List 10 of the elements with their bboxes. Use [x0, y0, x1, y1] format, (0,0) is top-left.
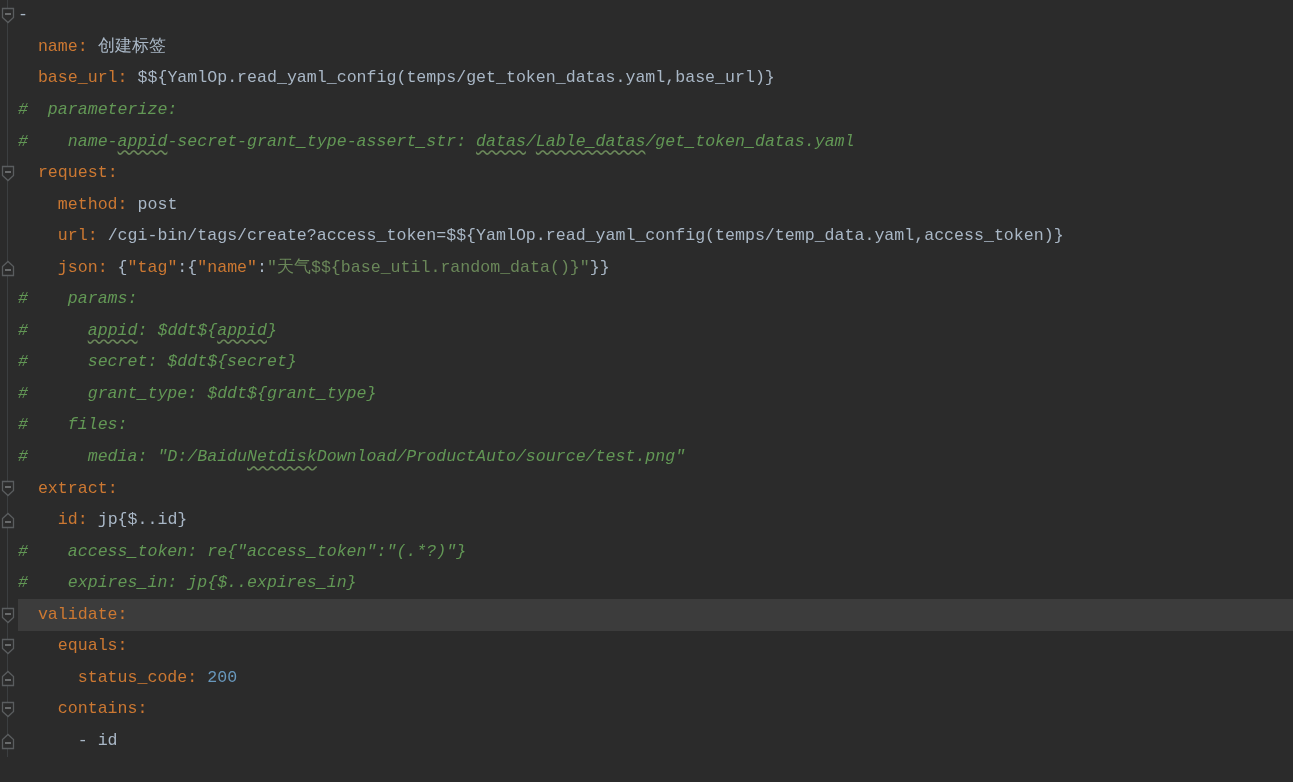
- fold-expand-end-icon[interactable]: [1, 259, 15, 277]
- fold-collapse-icon[interactable]: [1, 638, 15, 656]
- fold-expand-end-icon[interactable]: [1, 512, 15, 529]
- fold-expand-end-icon[interactable]: [1, 669, 15, 687]
- fold-collapse-icon[interactable]: [1, 701, 15, 719]
- fold-collapse-icon[interactable]: [1, 165, 15, 182]
- fold-collapse-icon[interactable]: [1, 480, 15, 498]
- fold-collapse-icon[interactable]: [1, 7, 15, 25]
- fold-expand-end-icon[interactable]: [1, 732, 15, 750]
- fold-collapse-icon[interactable]: [1, 606, 15, 624]
